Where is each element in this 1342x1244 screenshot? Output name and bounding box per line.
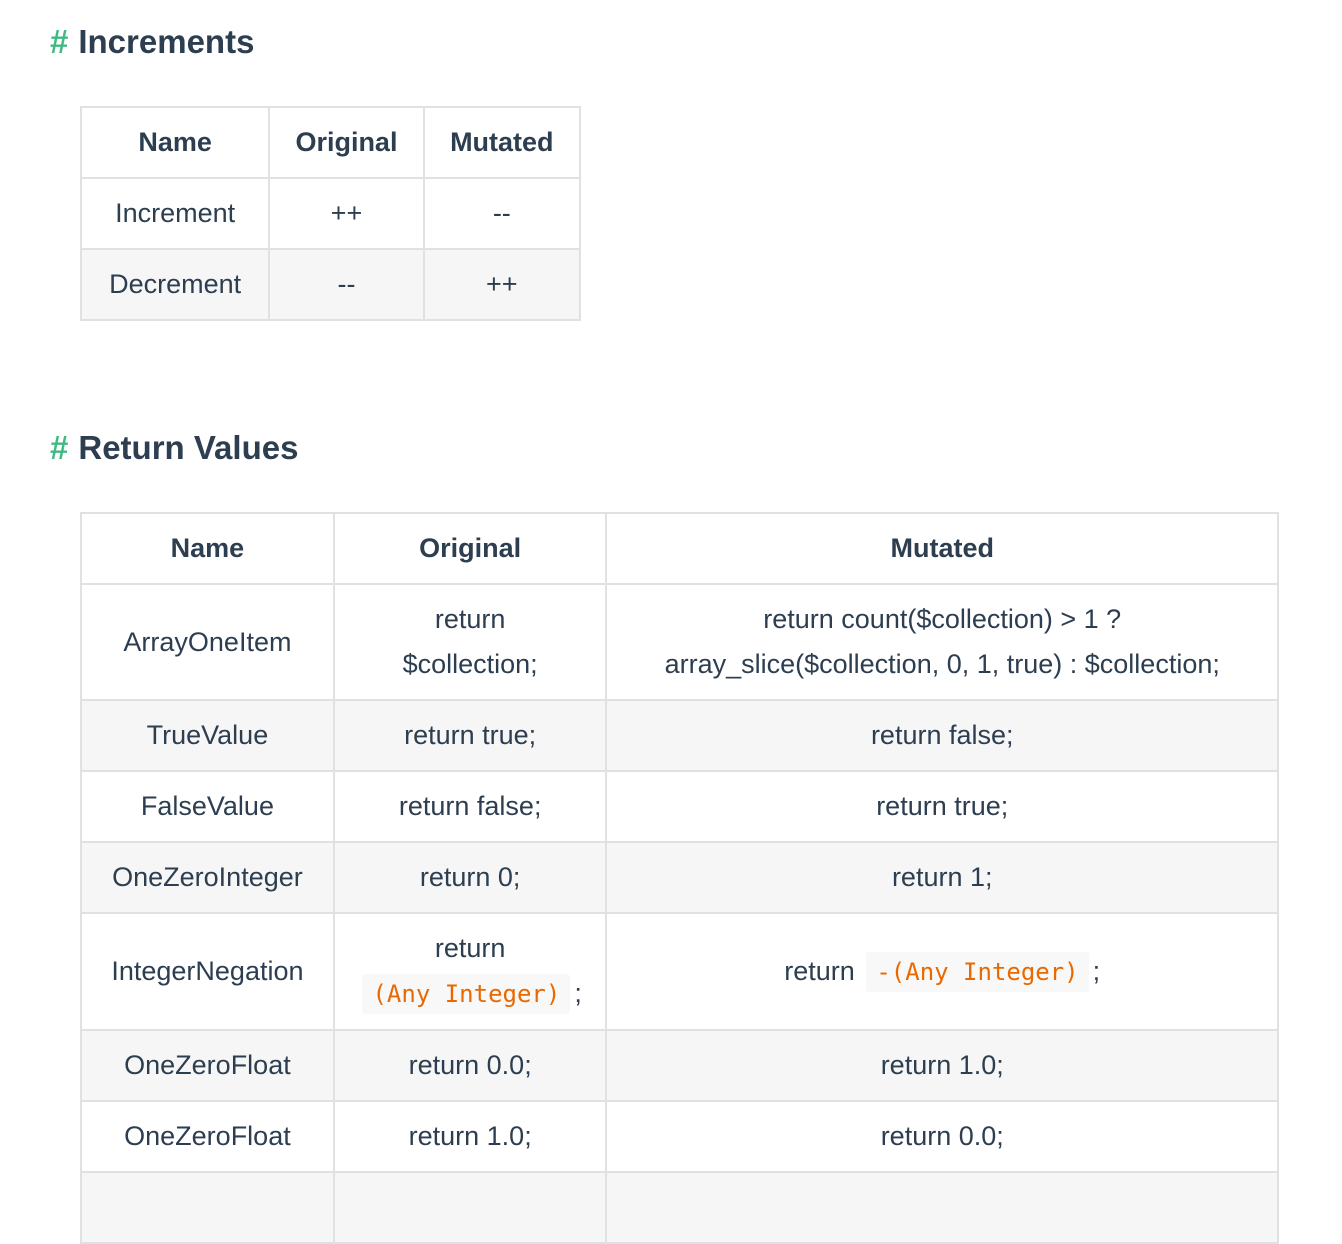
cell-original: ++ [268, 177, 425, 250]
cell-original: return $collection; [332, 583, 608, 701]
cell-name: ArrayOneItem [80, 583, 335, 701]
heading-anchor-link[interactable]: # [50, 23, 68, 60]
cell-original: return false; [332, 770, 608, 843]
cell-original: return 0.0; [332, 1029, 608, 1102]
increments-heading-text: Increments [78, 23, 255, 60]
cell-name [80, 1171, 335, 1244]
cell-mutated: return 1; [605, 841, 1279, 914]
cell-original-line: return [434, 604, 506, 634]
cell-mutated-prefix: return [784, 955, 855, 986]
cell-name: OneZeroFloat [80, 1100, 335, 1173]
cell-name: FalseValue [80, 770, 335, 843]
table-row: FalseValue return false; return true; [80, 770, 1279, 843]
cell-mutated-line: array_slice($collection, 0, 1, true) : $… [664, 649, 1220, 679]
table-row [80, 1171, 1279, 1244]
cell-name: TrueValue [80, 699, 335, 772]
inline-code: -(Any Integer) [866, 951, 1089, 992]
cell-mutated: return 1.0; [605, 1029, 1279, 1102]
code-suffix: ; [574, 978, 582, 1008]
table-row: IntegerNegation return (Any Integer); re… [80, 912, 1279, 1031]
increments-table: Name Original Mutated Increment ++ -- De… [79, 106, 582, 321]
cell-name: IntegerNegation [80, 912, 335, 1031]
column-header-mutated: Mutated [422, 106, 582, 179]
heading-anchor-link[interactable]: # [50, 429, 68, 466]
inline-code: (Any Integer) [362, 974, 571, 1014]
table-row: Decrement -- ++ [79, 248, 582, 321]
cell-mutated: -- [422, 177, 582, 250]
table-row: OneZeroFloat return 0.0; return 1.0; [80, 1029, 1279, 1102]
cell-mutated-line: return count($collection) > 1 ? [763, 604, 1122, 634]
column-header-mutated: Mutated [605, 512, 1279, 585]
cell-original: -- [268, 248, 425, 321]
table-row: TrueValue return true; return false; [80, 699, 1279, 772]
table-row: Increment ++ -- [79, 177, 582, 250]
cell-name: OneZeroInteger [80, 841, 335, 914]
code-suffix: ; [1092, 955, 1101, 986]
column-header-name: Name [80, 512, 335, 585]
table-row: ArrayOneItem return $collection; return … [80, 583, 1279, 701]
column-header-name: Name [79, 106, 271, 179]
cell-mutated: return count($collection) > 1 ? array_sl… [605, 583, 1279, 701]
cell-original-line: return [434, 933, 506, 963]
cell-original: return true; [332, 699, 608, 772]
table-row: OneZeroInteger return 0; return 1; [80, 841, 1279, 914]
cell-mutated: return false; [605, 699, 1279, 772]
return-values-heading: # Return Values [50, 431, 298, 464]
table-header-row: Name Original Mutated [80, 512, 1279, 585]
cell-original-line: $collection; [402, 649, 538, 679]
table-row: OneZeroFloat return 1.0; return 0.0; [80, 1100, 1279, 1173]
table-header-row: Name Original Mutated [79, 106, 582, 179]
cell-mutated: return -(Any Integer); [605, 912, 1279, 1031]
column-header-original: Original [268, 106, 425, 179]
cell-mutated [605, 1171, 1279, 1244]
return-values-heading-text: Return Values [78, 429, 299, 466]
cell-mutated: return 0.0; [605, 1100, 1279, 1173]
column-header-original: Original [332, 512, 608, 585]
increments-heading: # Increments [50, 25, 254, 58]
cell-original-line: (Any Integer); [349, 971, 592, 1017]
cell-name: Increment [79, 177, 271, 250]
cell-original: return 0; [332, 841, 608, 914]
cell-original [332, 1171, 608, 1244]
cell-name: OneZeroFloat [80, 1029, 335, 1102]
cell-original: return 1.0; [332, 1100, 608, 1173]
cell-mutated: ++ [422, 248, 582, 321]
cell-original: return (Any Integer); [332, 912, 608, 1031]
cell-name: Decrement [79, 248, 271, 321]
return-values-table: Name Original Mutated ArrayOneItem retur… [80, 512, 1279, 1244]
cell-mutated: return true; [605, 770, 1279, 843]
